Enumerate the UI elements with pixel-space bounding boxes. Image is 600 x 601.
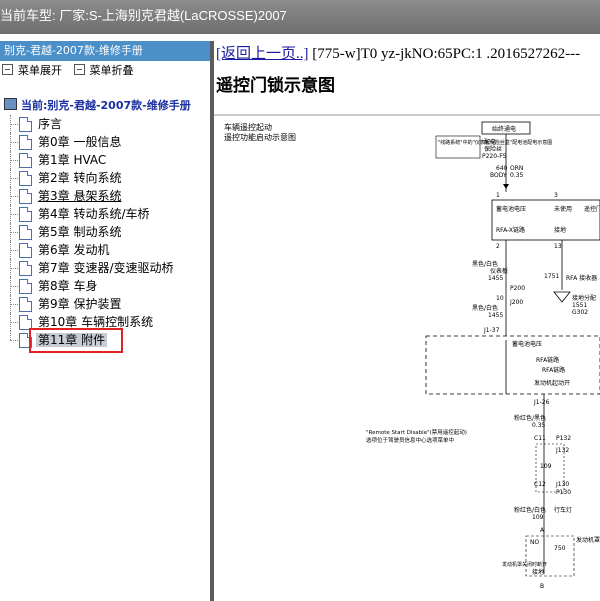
conn-p130: P130 [556,489,571,496]
node-750: 750 [554,545,566,552]
document-icon [19,189,32,204]
document-icon [19,243,32,258]
menu-toolbar: 菜单展开 菜单折叠 [0,61,210,81]
tree-item-chapter-1[interactable]: 第1章 HVAC [0,151,210,169]
rfa-receiver: RFA 接收器 [566,274,597,282]
doc-nav: [返回上一页..] [775-w]T0 yz-jkNO:65PC:1 .2016… [216,42,580,63]
hot-label: 始终通电 [492,125,516,133]
remote-disable-2: 选项位于驾驶员信息中心选项菜单中 [366,436,454,444]
expand-icon [2,64,13,75]
tree-item-chapter-4[interactable]: 第4章 转动系统/车桥 [0,205,210,223]
document-icon [19,225,32,240]
document-icon [19,135,32,150]
fuse-label-2: 保险丝 [484,145,502,153]
j2-battery: 蓄电池电压 [512,340,542,348]
hood-switch: 发动机罩关闭时断开 [502,561,547,568]
diagram-heading-1: 车辆遥控起动 [224,122,272,132]
document-icon [19,117,32,132]
remote-disable: "Remote Start Disable"(禁用遥控起动) [366,428,467,436]
fuse-id: P220-F5 [482,153,507,160]
manual-tree: 当前:别克-君越-2007款-维修手册 序言 第0章 一般信息 第1章 HVAC… [0,97,210,349]
computer-icon [4,98,17,110]
wire-gauge: 0.35 [510,172,524,179]
conn-10: 10 [496,295,504,302]
page-title: 遥控门锁示意图 [216,76,335,96]
document-icon [19,171,32,186]
wire-gauge-2: 0.35 [532,422,546,429]
wiring-diagram: 车辆遥控起动 遥控功能启动示意图 始终通电 配电 保险丝 P220-F5 "线路… [214,114,600,590]
ground-1551: 1551 [572,302,587,309]
wire-bw-2: 黑色/白色 [472,304,498,312]
conn-c11: C11 [534,435,546,442]
fuse-note: "线路系统"中的"仪表板保险丝盒"配电池配电示意图 [438,139,552,146]
collapse-menu-button[interactable]: 菜单折叠 [73,61,134,81]
tree-item-chapter-5[interactable]: 第5章 制动系统 [0,223,210,241]
tree-item-chapter-7[interactable]: 第7章 变速器/变速驱动桥 [0,259,210,277]
conn-j200: J200 [509,299,523,306]
wire-1455: 1455 [488,275,503,282]
conn-j137: J1-37 [483,327,500,334]
wire-body: BODY [490,172,507,179]
trunk-label: 行车灯 [554,506,572,514]
doc-id: [775-w]T0 yz-jkNO:65PC:1 .2016527262--- [312,46,581,62]
pin-1: 1 [496,192,500,199]
engine-start: 发动机起动开 [534,379,570,387]
document-icon [19,153,32,168]
tree-item-chapter-8[interactable]: 第8章 车身 [0,277,210,295]
wire-pink-white: 粉红色/白色 [514,506,546,514]
conn-c12: C12 [534,481,546,488]
expand-menu-button[interactable]: 菜单展开 [2,61,62,81]
vehicle-title: 当前车型: 厂家:S-上海别克君越(LaCROSSE)2007 [0,8,287,23]
selection-highlight-box [29,328,123,353]
document-icon [19,261,32,276]
tree-item-chapter-6[interactable]: 第6章 发动机 [0,241,210,259]
ground-label: 接地 [532,568,544,576]
tree-item-chapter-9[interactable]: 第9章 保护装置 [0,295,210,313]
title-bar: 当前车型: 厂家:S-上海别克君越(LaCROSSE)2007 [0,0,600,34]
module-side: 遥控门 [584,205,600,213]
wire-inst: 仪表板 [490,267,508,275]
conn-p200: P200 [510,285,525,292]
collapse-icon [73,64,85,75]
j2-rfa: RFA链路 [536,356,559,364]
ground-g302: G302 [572,309,588,316]
pin-13: 13 [554,243,562,250]
back-link[interactable]: [返回上一页..] [216,46,309,62]
tree-item-chapter-2[interactable]: 第2章 转向系统 [0,169,210,187]
wire-orn: ORN [510,165,523,172]
module-unused: 未使用 [554,205,572,213]
content-panel: [返回上一页..] [775-w]T0 yz-jkNO:65PC:1 .2016… [214,41,600,601]
tree-item-chapter-3[interactable]: 第3章 悬架系统 [0,187,210,205]
pin-2: 2 [496,243,500,250]
ground-dist: 接地分配 [572,294,596,302]
document-icon [19,297,32,312]
conn-j130: J130 [555,481,569,488]
hood-label: 发动机罩 [576,536,600,544]
node-109: 109 [540,463,552,470]
j2-rfa-2: RFA链路 [542,366,565,374]
module-link: RFA-X链路 [496,226,525,234]
document-icon [19,279,32,294]
module-battery: 蓄电池电压 [496,205,526,213]
tree-root[interactable]: 当前:别克-君越-2007款-维修手册 [0,97,210,115]
conn-p132: P132 [556,435,571,442]
wire-pink-black: 粉红色/黑色 [514,414,546,422]
left-panel: 别克-君越-2007款-维修手册 菜单展开 菜单折叠 当前:别克-君越-2007… [0,41,210,601]
diagram-heading-2: 遥控功能启动示意图 [224,132,296,142]
conn-j132: J132 [555,447,569,454]
document-icon [19,207,32,222]
tree-item-preface[interactable]: 序言 [0,115,210,133]
conn-j126: J1-26 [533,399,550,406]
wire-109: 109 [532,514,544,521]
manual-header: 别克-君越-2007款-维修手册 [0,41,210,61]
pin-b: B [540,583,544,590]
module-ground: 接地 [554,226,566,234]
wire-1455-2: 1455 [488,312,503,319]
switch-no: NO [530,539,539,546]
pin-3: 3 [554,192,558,199]
wire-bw: 黑色/白色 [472,260,498,268]
tree-item-chapter-0[interactable]: 第0章 一般信息 [0,133,210,151]
wire-1751: 1751 [544,273,559,280]
